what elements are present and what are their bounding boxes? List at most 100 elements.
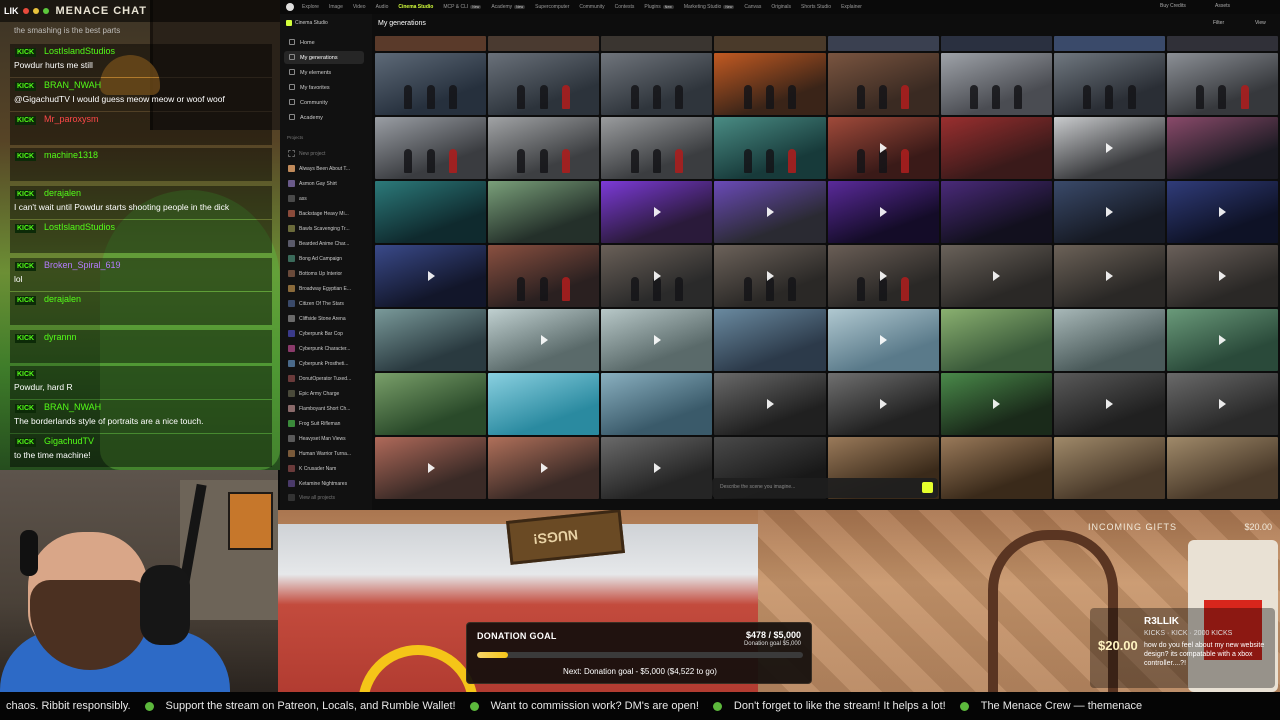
generation-tile[interactable] [714, 117, 826, 179]
generation-tile[interactable] [488, 181, 600, 243]
nav-item-marketing-studio[interactable]: Marketing Studio New [684, 4, 735, 10]
generation-tile[interactable] [940, 245, 1052, 307]
generation-tile[interactable] [488, 117, 600, 179]
nav-item-supercomputer[interactable]: Supercomputer [535, 4, 569, 10]
new-project-button[interactable]: New project [284, 147, 368, 160]
generation-tile[interactable] [1166, 36, 1278, 51]
sidebar-item-my-favorites[interactable]: My favorites [284, 81, 364, 94]
project-item[interactable]: Cliffside Stone Arena [284, 312, 368, 325]
assets-button[interactable]: Assets [1215, 3, 1230, 9]
project-item[interactable]: Flamboyant Short Ch... [284, 402, 368, 415]
nav-item-originals[interactable]: Originals [771, 4, 791, 10]
project-item[interactable]: K Crusader Nam [284, 462, 368, 475]
project-item[interactable]: ass [284, 192, 368, 205]
generation-tile[interactable] [1053, 309, 1165, 371]
generation-tile[interactable] [375, 181, 487, 243]
generation-tile[interactable] [714, 181, 826, 243]
generation-tile[interactable] [375, 373, 487, 435]
nav-item-mcp-cli[interactable]: MCP & CLI New [443, 4, 482, 10]
nav-item-plugins[interactable]: Plugins New [644, 4, 674, 10]
generation-tile[interactable] [940, 181, 1052, 243]
generation-tile[interactable] [1053, 181, 1165, 243]
nav-item-explore[interactable]: Explore [302, 4, 319, 10]
project-item[interactable]: DonutOperator Tuxed... [284, 372, 368, 385]
generation-tile[interactable] [488, 437, 600, 499]
generation-tile[interactable] [827, 117, 939, 179]
project-item[interactable]: Ketamine Nightmares [284, 477, 368, 490]
generation-tile[interactable] [827, 245, 939, 307]
generation-tile[interactable] [827, 36, 939, 51]
generation-tile[interactable] [1166, 117, 1278, 179]
nav-item-audio[interactable]: Audio [376, 4, 389, 10]
project-item[interactable]: Bawls Scavenging Tr... [284, 222, 368, 235]
generation-tile[interactable] [940, 309, 1052, 371]
nav-item-image[interactable]: Image [329, 4, 343, 10]
project-item[interactable]: Bearded Anime Char... [284, 237, 368, 250]
chat-username[interactable]: GigachudTV [44, 436, 94, 446]
generation-tile[interactable] [1166, 373, 1278, 435]
generation-tile[interactable] [601, 181, 713, 243]
nav-item-contests[interactable]: Contests [615, 4, 635, 10]
generation-tile[interactable] [375, 245, 487, 307]
sidebar-item-my-generations[interactable]: My generations [284, 51, 364, 64]
generation-tile[interactable] [940, 437, 1052, 499]
project-item[interactable]: Frog Suit Rifleman [284, 417, 368, 430]
generation-tile[interactable] [1166, 309, 1278, 371]
generation-tile[interactable] [375, 309, 487, 371]
generation-tile[interactable] [488, 36, 600, 51]
nav-item-shorts-studio[interactable]: Shorts Studio [801, 4, 831, 10]
generate-button[interactable] [922, 482, 933, 493]
project-item[interactable]: Asmon Gay Shirt [284, 177, 368, 190]
generation-tile[interactable] [1053, 437, 1165, 499]
project-item[interactable]: Always Been About T... [284, 162, 368, 175]
generation-tile[interactable] [940, 53, 1052, 115]
generation-tile[interactable] [601, 117, 713, 179]
generation-tile[interactable] [1166, 181, 1278, 243]
generation-tile[interactable] [714, 373, 826, 435]
chat-username[interactable]: Mr_paroxysm [44, 114, 99, 124]
generation-tile[interactable] [1053, 53, 1165, 115]
chat-username[interactable]: LostIslandStudios [44, 222, 115, 232]
nav-item-community[interactable]: Community [579, 4, 604, 10]
chat-username[interactable]: LostIslandStudios [44, 46, 115, 56]
project-item[interactable]: Epic Army Charge [284, 387, 368, 400]
prompt-input[interactable]: Describe the scene you imagine... [712, 478, 938, 498]
nav-item-canvas[interactable]: Canvas [744, 4, 761, 10]
generation-tile[interactable] [714, 53, 826, 115]
generation-tile[interactable] [827, 309, 939, 371]
project-item[interactable]: Cyberpunk Character... [284, 342, 368, 355]
project-item[interactable]: Heavyset Man Views [284, 432, 368, 445]
chat-username[interactable]: Broken_Spiral_619 [44, 260, 121, 270]
generation-tile[interactable] [1053, 36, 1165, 51]
nav-item-academy[interactable]: Academy New [491, 4, 526, 10]
chat-username[interactable]: derajalen [44, 188, 81, 198]
app-logo-icon[interactable] [286, 3, 294, 11]
view-button[interactable]: View [1255, 20, 1266, 26]
generation-tile[interactable] [375, 36, 487, 51]
generation-tile[interactable] [827, 373, 939, 435]
generation-tile[interactable] [940, 36, 1052, 51]
chat-username[interactable]: derajalen [44, 294, 81, 304]
generation-tile[interactable] [1166, 53, 1278, 115]
generation-tile[interactable] [827, 181, 939, 243]
project-item[interactable]: Backstage Heavy Mi... [284, 207, 368, 220]
generation-tile[interactable] [488, 373, 600, 435]
generation-tile[interactable] [601, 373, 713, 435]
generation-tile[interactable] [827, 53, 939, 115]
generation-tile[interactable] [601, 53, 713, 115]
chat-username[interactable]: dyrannn [44, 332, 77, 342]
sidebar-item-academy[interactable]: Academy [284, 111, 364, 124]
generation-tile[interactable] [601, 36, 713, 51]
nav-item-explainer[interactable]: Explainer [841, 4, 862, 10]
nav-item-cinema-studio[interactable]: Cinema Studio [398, 4, 433, 10]
generation-tile[interactable] [488, 53, 600, 115]
sidebar-item-home[interactable]: Home [284, 36, 364, 49]
project-item[interactable]: Human Warrior Turna... [284, 447, 368, 460]
project-item[interactable]: Citizen Of The Stars [284, 297, 368, 310]
chat-username[interactable]: machine1318 [44, 150, 98, 160]
generation-tile[interactable] [488, 245, 600, 307]
generation-tile[interactable] [714, 36, 826, 51]
filter-button[interactable]: Filter [1213, 20, 1224, 26]
buy-credits-button[interactable]: Buy Credits [1160, 3, 1186, 9]
generation-tile[interactable] [601, 437, 713, 499]
